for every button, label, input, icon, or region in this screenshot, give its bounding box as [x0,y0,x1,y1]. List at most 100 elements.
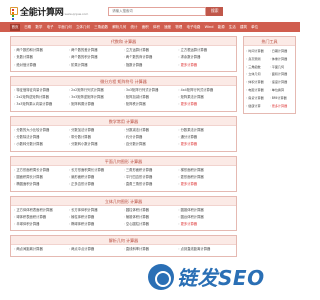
more-link[interactable]: 更多计算器 [178,62,233,69]
calculator-link[interactable]: 求余数计算器 [178,54,233,61]
sidebar-link[interactable]: 速度计算器 [270,79,294,87]
nav-item[interactable]: 平面几何 [58,25,72,30]
calculator-link[interactable]: 正多边形计算器 [69,181,124,188]
calculator-link[interactable]: 分数减法计算器 [124,127,179,134]
calculator-link[interactable]: 棱锥体积计算器 [124,214,179,221]
calculator-link[interactable]: 椭球体积计算器 [69,221,124,228]
nav-item[interactable]: Wind [205,25,214,29]
calculator-link[interactable]: 矩阵秩计算器 [124,101,179,108]
calculator-link[interactable]: 分数乘法计算器 [178,127,233,134]
calculator-link[interactable]: 负数计算器 [14,54,69,61]
calculator-link[interactable]: 圆台体积计算器 [178,214,233,221]
calculator-link[interactable]: 绝对值计算器 [14,62,69,69]
calculator-link[interactable]: 长方体体积计算器 [69,207,124,214]
calculator-link[interactable]: 半球体积计算器 [14,221,69,228]
nav-item[interactable]: 立体几何 [76,25,90,30]
calculator-link[interactable]: 两个数的商计算器 [124,54,179,61]
calculator-link[interactable]: 分数加法计算器 [69,127,124,134]
panel-title[interactable]: 微分方程 矩阵符号 计算器 [11,76,236,86]
nav-item[interactable]: 生活 [229,25,236,30]
sidebar-link[interactable]: 立体几何 [246,71,270,79]
calculator-link[interactable]: 梯形面积计算器 [178,167,233,174]
more-link[interactable]: 更多计算器 [178,181,233,188]
calculator-link[interactable]: 长方形面积周长计算器 [69,167,124,174]
sidebar-link[interactable]: 面积计算器 [270,71,294,79]
calculator-link[interactable]: 2x2矩阵逆矩阵计算器 [14,94,69,101]
calculator-link[interactable]: 3x3矩阵逆矩阵计算器 [69,94,124,101]
sidebar-link[interactable]: 平面几何 [270,64,294,72]
calculator-link[interactable]: 两点间距离计算器 [14,246,69,253]
calculator-link[interactable]: 分数除法计算器 [14,134,69,141]
calculator-link[interactable]: 通分计算器 [178,134,233,141]
calculator-link[interactable]: 椭圆面积计算器 [14,181,69,188]
sidebar-link[interactable]: 日期计算器 [270,48,294,56]
nav-item[interactable]: 物理 [175,25,182,30]
search-button[interactable]: 搜索 [206,6,224,16]
nav-item[interactable]: 体积 [153,25,160,30]
calculator-link[interactable]: 点到直线距离计算器 [178,246,233,253]
calculator-link[interactable]: 矩阵转置计算器 [69,101,124,108]
nav-item[interactable]: 解析几何 [112,25,126,30]
sidebar-link[interactable]: 单位换算 [270,87,294,95]
calculator-link[interactable]: 2x2矩阵行列式计算器 [69,87,124,94]
calculator-link[interactable]: 阶乘计算器 [69,62,124,69]
calculator-link[interactable]: 百分数计算器 [124,141,179,148]
nav-item[interactable]: 能源 [218,25,225,30]
sidebar-link[interactable]: BMI计算器 [270,95,294,103]
calculator-link[interactable]: 分数转小数计算器 [69,141,124,148]
nav-item[interactable]: 三角函数 [94,25,108,30]
calculator-link[interactable]: 带分数计算器 [69,134,124,141]
calculator-link[interactable]: 直角三角形计算器 [124,181,179,188]
calculator-link[interactable]: 两个数的差计算器 [69,47,124,54]
calculator-link[interactable]: 两点中点计算器 [69,246,124,253]
calculator-link[interactable]: 3x3矩阵乘以向量计算器 [14,101,69,108]
calculator-link[interactable]: 指数计算器 [124,62,179,69]
calculator-link[interactable]: 直线斜率计算器 [124,246,179,253]
nav-item[interactable]: 首页 [10,23,20,31]
panel-title[interactable]: 解析几何 计算器 [11,236,236,246]
nav-item[interactable]: 数学 [35,25,42,30]
more-link[interactable]: 更多计算器 [178,221,233,228]
site-name[interactable]: 全能计算网 [20,5,64,18]
calculator-link[interactable]: 两个数的和计算器 [14,47,69,54]
calculator-link[interactable]: 圆面积周长计算器 [14,174,69,181]
calculator-link[interactable]: 小数转分数计算器 [14,141,69,148]
calculator-link[interactable]: 圆锥体积计算器 [178,207,233,214]
panel-title[interactable]: 立体几何图形 计算器 [11,196,236,206]
calculator-link[interactable]: 矩阵乘法计算器 [178,94,233,101]
calculator-link[interactable]: 圆柱体积计算器 [124,207,179,214]
calculator-link[interactable]: 立方根运算计算器 [178,47,233,54]
nav-item[interactable]: 统计 [131,25,138,30]
sidebar-link[interactable]: 身高预测 [246,56,270,64]
sidebar-link[interactable]: 时间计算器 [246,48,270,56]
logo-icon[interactable] [10,7,18,21]
sidebar-link[interactable]: 体重计算器 [270,56,294,64]
calculator-link[interactable]: 正方体体积表面积计算器 [14,207,69,214]
nav-item[interactable]: 速度 [164,25,171,30]
more-link[interactable]: 更多计算器 [270,103,294,111]
calculator-link[interactable]: 球体积表面积计算器 [14,214,69,221]
more-link[interactable]: 更多计算器 [178,101,233,108]
calculator-link[interactable]: 4x4矩阵行列式计算器 [178,87,233,94]
calculator-link[interactable]: 分数的大小比较计算器 [14,127,69,134]
nav-item[interactable]: 日期 [24,25,31,30]
calculator-link[interactable]: 矩阵加减计算器 [124,94,179,101]
calculator-link[interactable]: 约分计算器 [124,134,179,141]
calculator-link[interactable]: 两个数的积计算器 [69,54,124,61]
calculator-link[interactable]: 棱柱体积计算器 [69,214,124,221]
panel-title[interactable]: 代数和 计算器 [11,37,236,46]
nav-item[interactable]: 建筑 [240,25,247,30]
search-input[interactable] [108,6,207,16]
sidebar-link[interactable]: 电阻计算器 [246,87,270,95]
calculator-link[interactable]: 立方运算计算器 [124,47,179,54]
sidebar-link[interactable]: 健康计算 [246,103,270,111]
more-link[interactable]: 更多计算器 [178,141,233,148]
nav-item[interactable]: 电子电路 [186,25,200,30]
sidebar-link[interactable]: 三角函数 [246,64,270,72]
calculator-link[interactable]: 3x3矩阵行列式计算器 [124,87,179,94]
panel-title[interactable]: 数学常用 计算器 [11,116,236,126]
calculator-link[interactable]: 正方形面积周长计算器 [14,167,69,174]
calculator-link[interactable]: 扇形面积计算器 [69,174,124,181]
calculator-link[interactable]: 特征值特征向量计算器 [14,87,69,94]
nav-item[interactable]: 单位 [251,25,258,30]
